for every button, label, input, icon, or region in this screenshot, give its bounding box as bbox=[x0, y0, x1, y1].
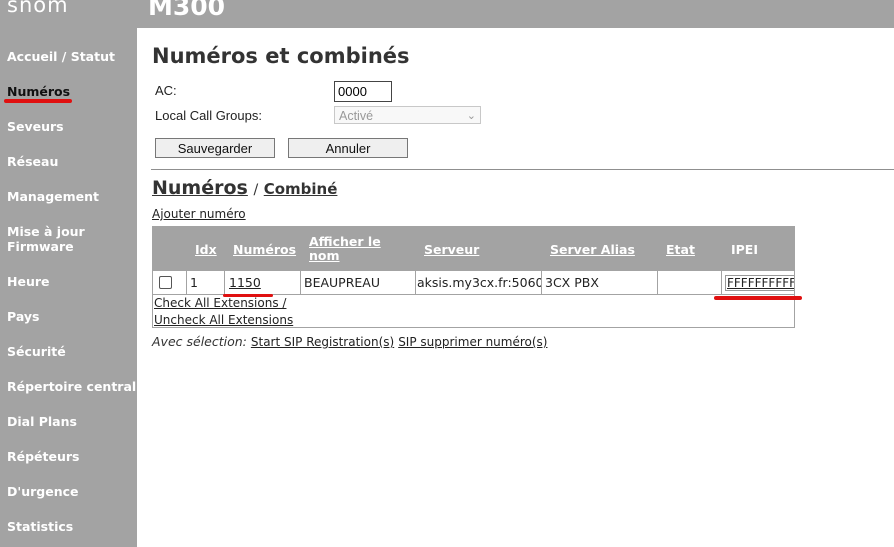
ac-label: AC: bbox=[155, 83, 177, 98]
cell-ipei-container: FFFFFFFFFF bbox=[722, 271, 794, 294]
bulk-actions: Avec sélection: Start SIP Registration(s… bbox=[152, 334, 547, 349]
start-registration-link[interactable]: Start SIP Registration(s) bbox=[251, 335, 394, 349]
column-header-numeros[interactable]: Numéros bbox=[233, 243, 296, 257]
cell-idx: 1 bbox=[187, 271, 225, 294]
page-title: Numéros et combinés bbox=[152, 44, 410, 68]
add-number-link[interactable]: Ajouter numéro bbox=[152, 207, 246, 221]
local-call-groups-label: Local Call Groups: bbox=[155, 108, 262, 123]
sidebar: Accueil / Statut Numéros Seveurs Réseau … bbox=[0, 28, 137, 547]
cell-display-name: BEAUPREAU bbox=[301, 271, 416, 294]
sidebar-item-statistics[interactable]: Statistics bbox=[7, 519, 73, 534]
highlight-underline bbox=[4, 99, 72, 103]
sidebar-item-urgence[interactable]: D'urgence bbox=[7, 484, 78, 499]
sidebar-item-management[interactable]: Management bbox=[7, 189, 99, 204]
cell-state bbox=[658, 271, 722, 294]
highlight-underline bbox=[223, 294, 273, 297]
column-header-idx[interactable]: Idx bbox=[195, 243, 217, 257]
tab-numeros[interactable]: Numéros bbox=[152, 177, 248, 199]
section-tabs: Numéros / Combiné bbox=[152, 177, 337, 199]
row-select-cell bbox=[153, 271, 187, 294]
chevron-down-icon: ⌄ bbox=[466, 110, 476, 122]
brand-logo: snom bbox=[7, 0, 69, 17]
tab-combine[interactable]: Combiné bbox=[264, 180, 338, 198]
check-all-link[interactable]: Check All Extensions / bbox=[154, 296, 286, 310]
top-bar: snom M300 bbox=[0, 0, 894, 28]
tab-separator: / bbox=[253, 182, 259, 198]
column-header-server-alias[interactable]: Server Alias bbox=[550, 243, 635, 257]
local-call-groups-select[interactable]: Activé ⌄ bbox=[334, 106, 481, 124]
cell-number-container: 1150 bbox=[225, 271, 301, 294]
column-header-etat[interactable]: Etat bbox=[666, 243, 695, 257]
uncheck-all-link[interactable]: Uncheck All Extensions bbox=[154, 313, 293, 327]
cancel-button[interactable]: Annuler bbox=[288, 138, 408, 158]
sidebar-item-reseau[interactable]: Réseau bbox=[7, 154, 58, 169]
table-row: 1 1150 BEAUPREAU aksis.my3cx.fr:5060 3CX… bbox=[153, 271, 794, 295]
ac-input[interactable] bbox=[334, 81, 392, 102]
sidebar-item-firmware[interactable]: Mise à jour Firmware bbox=[7, 224, 107, 254]
cell-server-alias: 3CX PBX bbox=[542, 271, 658, 294]
table-header: Idx Numéros Afficher le nom Serveur Serv… bbox=[153, 227, 794, 271]
column-header-ipei: IPEI bbox=[731, 242, 759, 257]
local-call-groups-value: Activé bbox=[339, 109, 374, 123]
highlight-underline bbox=[714, 296, 802, 300]
column-header-serveur[interactable]: Serveur bbox=[424, 243, 479, 257]
sidebar-item-securite[interactable]: Sécurité bbox=[7, 344, 66, 359]
sidebar-item-numeros[interactable]: Numéros bbox=[7, 84, 70, 99]
sidebar-item-heure[interactable]: Heure bbox=[7, 274, 49, 289]
numbers-table: Idx Numéros Afficher le nom Serveur Serv… bbox=[152, 226, 795, 328]
ipei-link[interactable]: FFFFFFFFFF bbox=[725, 275, 794, 291]
divider bbox=[151, 169, 894, 170]
sidebar-item-pays[interactable]: Pays bbox=[7, 309, 39, 324]
delete-numbers-link[interactable]: SIP supprimer numéro(s) bbox=[398, 335, 547, 349]
main-content: Numéros et combinés AC: Local Call Group… bbox=[137, 28, 894, 547]
save-button[interactable]: Sauvegarder bbox=[155, 138, 275, 158]
sidebar-item-repertoire[interactable]: Répertoire central bbox=[7, 379, 136, 394]
device-model: M300 bbox=[148, 0, 226, 21]
column-header-display-name[interactable]: Afficher le nom bbox=[309, 235, 399, 263]
sidebar-item-repeteurs[interactable]: Répéteurs bbox=[7, 449, 80, 464]
cell-server: aksis.my3cx.fr:5060 bbox=[416, 271, 542, 294]
sidebar-item-accueil[interactable]: Accueil / Statut bbox=[7, 49, 115, 64]
row-checkbox[interactable] bbox=[159, 276, 172, 289]
sidebar-item-dial-plans[interactable]: Dial Plans bbox=[7, 414, 77, 429]
sidebar-item-serveurs[interactable]: Seveurs bbox=[7, 119, 64, 134]
number-link[interactable]: 1150 bbox=[229, 275, 261, 290]
bulk-actions-label: Avec sélection: bbox=[152, 334, 247, 349]
